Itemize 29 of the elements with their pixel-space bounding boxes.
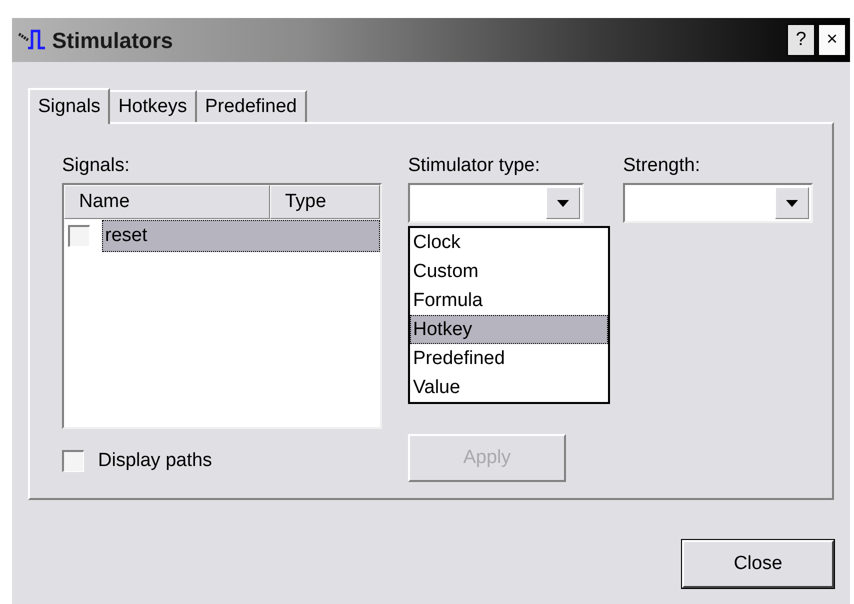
caret-icon [557,200,569,206]
stimulator-type-dropdown[interactable] [408,183,584,223]
dropdown-arrow-button[interactable] [546,187,580,219]
column-header[interactable]: Type [270,185,380,219]
dropdown-arrow-button[interactable] [775,187,809,219]
dropdown-option[interactable]: Custom [410,257,608,286]
close-dialog-button[interactable]: Close [682,540,834,588]
dropdown-option[interactable]: Hotkey [410,315,608,344]
pulse-signal-icon [18,28,48,52]
tab[interactable]: Signals [28,88,110,124]
close-button[interactable]: × [818,24,846,56]
column-header[interactable]: Name [64,185,270,219]
dropdown-option[interactable]: Value [410,373,608,402]
window-title: Stimulators [52,26,174,54]
signal-row[interactable]: reset [102,220,380,252]
display-paths-label: Display paths [98,449,212,473]
strength-label: Strength: [623,154,702,178]
checkbox[interactable] [68,225,90,247]
strength-dropdown[interactable] [623,183,813,223]
checkbox[interactable] [62,450,84,472]
tab[interactable]: Predefined [196,90,307,122]
signals-label: Signals: [62,154,131,178]
dropdown-option[interactable]: Predefined [410,344,608,373]
dropdown-option[interactable]: Formula [410,286,608,315]
caret-icon [786,200,798,206]
dropdown-option[interactable]: Clock [410,228,608,257]
stimulator-type-label: Stimulator type: [408,154,541,178]
help-button[interactable]: ? [787,24,815,56]
tab[interactable]: Hotkeys [110,90,197,122]
